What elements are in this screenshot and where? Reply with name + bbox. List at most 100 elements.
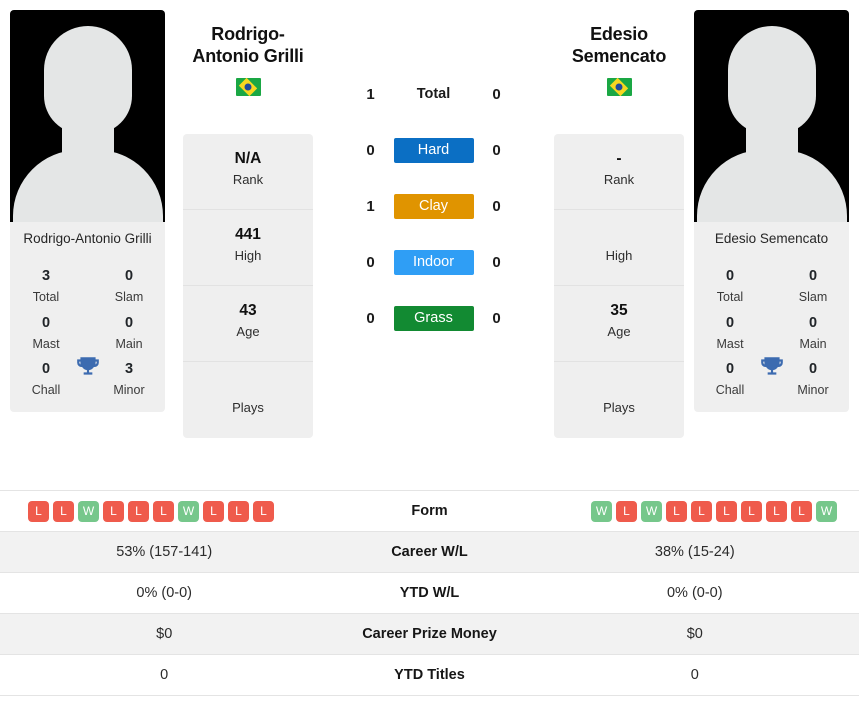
surface-badge-hard: Hard xyxy=(393,137,474,163)
info-cell-age: 35 Age xyxy=(554,286,684,363)
form-badge-loss: L xyxy=(716,500,737,522)
right-player-name: Edesio Semencato xyxy=(571,24,667,66)
h2h-row-hard: 0 Hard 0 xyxy=(313,122,554,178)
row-label-career-prize-money: Career Prize Money xyxy=(362,626,497,642)
form-badge-loss: L xyxy=(203,500,224,522)
h2h-row-grass: 0 Grass 0 xyxy=(313,290,554,346)
left-player-info-column: Rodrigo-Antonio Grilli N/A Rank 441 High… xyxy=(183,10,313,439)
right-form-strip: WLWLLLLLLW xyxy=(531,500,859,522)
row-label-career-wl: Career W/L xyxy=(391,544,468,560)
form-badge-loss: L xyxy=(791,500,812,522)
info-value: - xyxy=(616,150,622,168)
titles-value: 0 xyxy=(808,361,818,378)
table-row-career-prize-money: $0 Career Prize Money $0 xyxy=(0,613,859,655)
right-value: 0 xyxy=(690,667,699,683)
form-badge-loss: L xyxy=(253,500,274,522)
surface-badge-indoor: Indoor xyxy=(393,249,474,275)
titles-cell-total: 0 Total xyxy=(702,266,758,307)
titles-label: Mast xyxy=(716,336,744,351)
right-player-info-column: Edesio Semencato - Rank High 35 Age Play… xyxy=(554,10,684,439)
info-label: Rank xyxy=(603,172,635,188)
info-label: High xyxy=(234,248,262,264)
titles-cell-mast: 0 Mast xyxy=(702,313,758,354)
info-label: High xyxy=(605,248,633,264)
titles-cell-slam: 0 Slam xyxy=(101,266,157,307)
titles-label: Total xyxy=(32,290,60,305)
table-row-career-wl: 53% (157-141) Career W/L 38% (15-24) xyxy=(0,531,859,573)
titles-cell-chall: 0 Chall xyxy=(18,359,74,400)
titles-value: 0 xyxy=(725,268,735,285)
h2h-left-score: 0 xyxy=(366,141,375,159)
titles-label: Chall xyxy=(715,383,745,398)
titles-value: 0 xyxy=(725,314,735,331)
info-cell-age: 43 Age xyxy=(183,286,313,363)
left-player-info-card: N/A Rank 441 High 43 Age Plays xyxy=(183,134,313,439)
titles-label: Slam xyxy=(114,290,144,305)
left-value: 0 xyxy=(160,667,169,683)
left-player-name: Rodrigo-Antonio Grilli xyxy=(192,24,304,66)
info-value xyxy=(189,376,307,398)
row-label-form: Form xyxy=(411,503,448,519)
right-player-flag-wrap xyxy=(554,77,684,96)
form-badge-loss: L xyxy=(666,500,687,522)
left-form-cell: LLWLLLWLLL xyxy=(0,491,328,532)
h2h-row-indoor: 0 Indoor 0 xyxy=(313,234,554,290)
titles-cell-slam: 0 Slam xyxy=(785,266,841,307)
left-value: 53% (157-141) xyxy=(116,544,213,560)
h2h-label-total: Total xyxy=(416,86,451,102)
left-value: $0 xyxy=(156,626,173,642)
surface-badge-clay: Clay xyxy=(393,193,474,219)
titles-label: Slam xyxy=(798,290,828,305)
right-player-caption: Edesio Semencato xyxy=(714,231,829,246)
titles-label: Minor xyxy=(797,383,829,398)
left-titles-grid: 3 Total 0 Slam 0 Mast 0 Main 0 Chall 3 M… xyxy=(10,258,165,412)
titles-value: 3 xyxy=(41,268,51,285)
titles-cell-main: 0 Main xyxy=(101,313,157,354)
right-titles-grid: 0 Total 0 Slam 0 Mast 0 Main 0 Chall 0 M… xyxy=(694,258,849,412)
form-badge-loss: L xyxy=(766,500,787,522)
info-value xyxy=(560,224,678,246)
form-badge-loss: L xyxy=(616,500,637,522)
player-comparison-page: Rodrigo-Antonio Grilli 3 Total 0 Slam 0 … xyxy=(0,0,859,705)
form-badge-loss: L xyxy=(741,500,762,522)
avatar-body-shape xyxy=(12,150,163,222)
titles-value: 0 xyxy=(808,314,818,331)
form-badge-win: W xyxy=(816,500,837,522)
titles-label: Mast xyxy=(32,336,60,351)
form-badge-loss: L xyxy=(53,500,74,522)
right-form-cell: WLWLLLLLLW xyxy=(531,491,859,532)
row-label-ytd-titles: YTD Titles xyxy=(394,667,465,683)
titles-value: 3 xyxy=(124,361,134,378)
brazil-flag-icon xyxy=(606,77,632,96)
h2h-right-score: 0 xyxy=(492,197,501,215)
titles-label: Main xyxy=(115,336,143,351)
info-value xyxy=(560,376,678,398)
right-player-card: Edesio Semencato 0 Total 0 Slam 0 Mast 0… xyxy=(694,10,849,412)
row-label-ytd-wl: YTD W/L xyxy=(399,585,460,601)
titles-cell-minor: 0 Minor xyxy=(785,359,841,400)
info-cell-plays: Plays xyxy=(554,362,684,438)
info-label: Age xyxy=(236,324,260,340)
left-value: 0% (0-0) xyxy=(136,585,193,601)
comparison-table: LLWLLLWLLL Form WLWLLLLLLW 53% (157-141)… xyxy=(0,490,859,696)
right-value: 38% (15-24) xyxy=(654,544,735,560)
form-badge-loss: L xyxy=(691,500,712,522)
h2h-right-score: 0 xyxy=(492,141,501,159)
surface-badge-grass: Grass xyxy=(393,305,474,331)
table-row-form: LLWLLLWLLL Form WLWLLLLLLW xyxy=(0,490,859,532)
table-row-ytd-wl: 0% (0-0) YTD W/L 0% (0-0) xyxy=(0,572,859,614)
h2h-right-score: 0 xyxy=(492,309,501,327)
h2h-left-score: 0 xyxy=(366,253,375,271)
info-value: 43 xyxy=(239,302,257,320)
info-cell-rank: - Rank xyxy=(554,134,684,211)
left-player-photo-column: Rodrigo-Antonio Grilli 3 Total 0 Slam 0 … xyxy=(10,10,165,412)
titles-cell-chall: 0 Chall xyxy=(702,359,758,400)
form-badge-loss: L xyxy=(153,500,174,522)
info-label: Plays xyxy=(232,400,264,416)
info-cell-plays: Plays xyxy=(183,362,313,438)
right-player-avatar xyxy=(694,10,849,222)
top-comparison-area: Rodrigo-Antonio Grilli 3 Total 0 Slam 0 … xyxy=(0,0,859,490)
right-player-photo-column: Edesio Semencato 0 Total 0 Slam 0 Mast 0… xyxy=(694,10,849,412)
h2h-left-score: 1 xyxy=(366,85,375,103)
form-badge-win: W xyxy=(591,500,612,522)
